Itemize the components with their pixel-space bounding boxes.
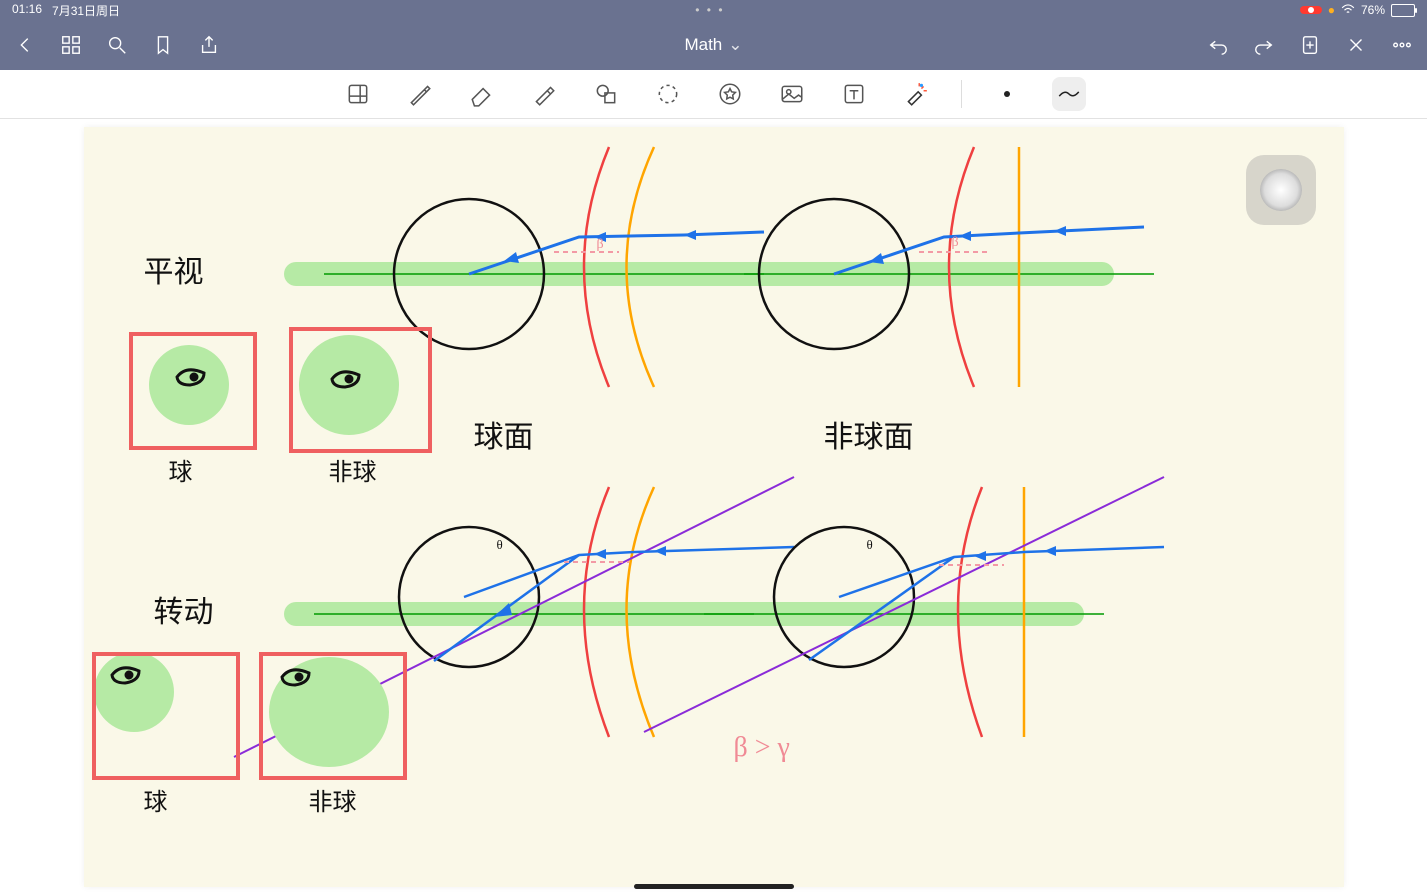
tool-bar (0, 70, 1427, 119)
add-page-button[interactable] (1297, 32, 1323, 58)
pen-tool[interactable] (403, 77, 437, 111)
label-row1-mid: 球面 (474, 412, 534, 456)
wifi-icon (1341, 3, 1355, 18)
undo-button[interactable] (1205, 32, 1231, 58)
label-box2b: 非球 (309, 782, 357, 817)
eye-icon-2a (109, 665, 145, 685)
tool-separator (961, 80, 962, 108)
battery-icon (1391, 4, 1415, 17)
status-date: 7月31日周日 (52, 2, 120, 19)
label-box2a: 球 (144, 782, 168, 817)
label-beta-1: β (597, 237, 604, 253)
back-button[interactable] (12, 32, 38, 58)
redo-button[interactable] (1251, 32, 1277, 58)
share-button[interactable] (196, 32, 222, 58)
lasso-tool[interactable] (651, 77, 685, 111)
thumbnails-button[interactable] (58, 32, 84, 58)
document-title[interactable]: Math ⌄ (232, 35, 1195, 55)
label-box1b: 非球 (329, 452, 377, 487)
diagram-row1-aspherical (744, 157, 1124, 387)
label-beta-2: β (952, 235, 959, 251)
search-button[interactable] (104, 32, 130, 58)
laser-tool[interactable] (899, 77, 933, 111)
close-button[interactable] (1343, 32, 1369, 58)
app-title-bar: Math ⌄ (0, 20, 1427, 70)
zoom-tool[interactable] (341, 77, 375, 111)
document-title-text: Math (684, 35, 722, 55)
highlighter-tool[interactable] (527, 77, 561, 111)
eraser-tool[interactable] (465, 77, 499, 111)
label-row1-right: 非球面 (824, 412, 914, 456)
assistive-touch-button[interactable] (1246, 155, 1316, 225)
label-theta-2: θ (867, 537, 873, 553)
note-page[interactable]: 平视 β (84, 127, 1344, 887)
orientation-lock-icon: ● (1328, 3, 1335, 17)
red-box-1b (289, 327, 432, 453)
sticker-tool[interactable] (713, 77, 747, 111)
label-row2-left: 转动 (154, 587, 214, 631)
eye-icon-1a (174, 367, 210, 387)
chevron-down-icon: ⌄ (728, 35, 742, 55)
ipad-status-bar: 01:16 7月31日周日 • • • ● 76% (0, 0, 1427, 20)
status-time: 01:16 (12, 2, 42, 19)
battery-percent: 76% (1361, 3, 1385, 17)
home-indicator[interactable] (634, 884, 794, 889)
canvas-area[interactable]: 平视 β (0, 119, 1427, 892)
diagram-row1-spherical (384, 157, 764, 387)
shape-tool[interactable] (589, 77, 623, 111)
stroke-size-indicator[interactable] (990, 77, 1024, 111)
more-button[interactable] (1389, 32, 1415, 58)
multitask-dots[interactable]: • • • (120, 3, 1300, 17)
image-tool[interactable] (775, 77, 809, 111)
diagram-row2-aspherical (644, 497, 1164, 757)
stroke-style-indicator[interactable] (1052, 77, 1086, 111)
label-theta-1: θ (497, 537, 503, 553)
bookmark-button[interactable] (150, 32, 176, 58)
text-tool[interactable] (837, 77, 871, 111)
screen-recording-indicator[interactable] (1300, 6, 1322, 14)
label-box1a: 球 (169, 452, 193, 487)
eye-icon-1b (329, 369, 365, 389)
eye-icon-2b (279, 667, 315, 687)
label-row1-left: 平视 (144, 247, 204, 291)
label-beta-gt-gamma: β > γ (734, 732, 790, 764)
red-box-1a (129, 332, 257, 450)
